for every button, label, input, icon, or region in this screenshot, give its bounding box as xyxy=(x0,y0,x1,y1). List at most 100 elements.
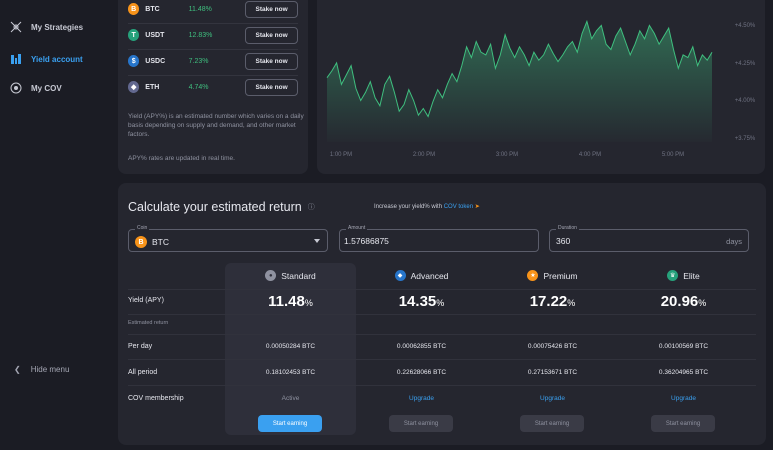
plan-header-advanced: ◆ Advanced xyxy=(356,270,487,281)
coin-apy: 4.74% xyxy=(188,83,209,91)
estimated-return-label: Estimated return xyxy=(128,320,169,326)
advanced-plan-icon: ◆ xyxy=(394,270,406,281)
start-earning-button-standard[interactable]: Start earning xyxy=(258,415,322,432)
premium-plan-icon: ★ xyxy=(527,270,539,281)
cov-token-link[interactable]: COV token xyxy=(444,204,473,210)
bitcoin-icon: B xyxy=(135,236,147,248)
yield-row-label: Yield (APY) xyxy=(128,297,164,304)
divider xyxy=(128,289,756,290)
coin-apy: 12.83% xyxy=(188,31,213,39)
yield-icon xyxy=(10,53,22,65)
info-icon[interactable]: ⓘ xyxy=(308,202,315,212)
all-period-premium: 0.27153671 BTC xyxy=(527,369,578,376)
x-tick-label: 4:00 PM xyxy=(579,152,601,158)
all-period-advanced: 0.22628066 BTC xyxy=(396,369,447,376)
coin-select-value: BTC xyxy=(152,237,169,247)
apy-value: 20.96 xyxy=(660,293,699,310)
plan-header-elite: ♛ Elite xyxy=(618,270,749,281)
all-period-elite: 0.36204965 BTC xyxy=(658,369,709,376)
rocket-icon: ➤ xyxy=(474,204,480,210)
promo-label: Increase your yield% with xyxy=(374,204,444,210)
return-calculator: Calculate your estimated return ⓘ Increa… xyxy=(118,183,766,445)
x-tick-label: 3:00 PM xyxy=(496,152,518,158)
apy-value: 17.22 xyxy=(529,293,568,310)
duration-label: Duration xyxy=(556,225,579,231)
apy-update-note: APY% rates are updated in real time. xyxy=(128,155,235,162)
chevron-left-icon: ❮ xyxy=(14,365,21,374)
all-period-label: All period xyxy=(128,369,158,376)
coin-symbol: BTC xyxy=(145,5,160,13)
coin-row: T USDT 12.83% Stake now xyxy=(128,26,298,44)
coins-panel: B BTC 11.48% Stake now T USDT 12.83% Sta… xyxy=(118,0,308,174)
start-earning-button-premium[interactable]: Start earning xyxy=(520,415,584,432)
amount-field[interactable]: Amount 1.57686875 xyxy=(339,225,539,252)
stake-now-button[interactable]: Stake now xyxy=(245,0,298,18)
standard-plan-icon: ● xyxy=(265,270,277,281)
cov-icon xyxy=(10,82,22,94)
per-day-advanced: 0.00062855 BTC xyxy=(396,343,447,350)
sidebar-item-label: Yield account xyxy=(31,54,83,64)
apy-advanced: 14.35% xyxy=(356,293,487,310)
divider xyxy=(128,385,756,386)
amount-value: 1.57686875 xyxy=(344,236,389,246)
sidebar-item-label: My Strategies xyxy=(31,22,84,32)
strategies-icon xyxy=(10,21,22,33)
yield-chart: +4.50% +4.25% +4.00% +3.75% 1:00 PM 2:00 PM 3:… xyxy=(326,19,756,158)
upgrade-link-elite[interactable]: Upgrade xyxy=(618,395,749,402)
upgrade-link-advanced[interactable]: Upgrade xyxy=(356,395,487,402)
divider xyxy=(128,314,756,315)
amount-label: Amount xyxy=(346,225,368,231)
duration-unit: days xyxy=(726,237,742,246)
coin-symbol: USDT xyxy=(145,31,165,39)
tether-icon: T xyxy=(128,29,140,41)
usdc-icon: $ xyxy=(128,55,140,67)
apy-value: 11.48 xyxy=(268,293,305,310)
stake-now-button[interactable]: Stake now xyxy=(245,26,298,44)
calculator-title: Calculate your estimated return xyxy=(128,200,302,214)
start-earning-button-elite[interactable]: Start earning xyxy=(651,415,715,432)
x-tick-label: 1:00 PM xyxy=(330,152,352,158)
start-earning-button-advanced[interactable]: Start earning xyxy=(389,415,453,432)
plan-header-premium: ★ Premium xyxy=(487,270,618,281)
apy-standard: 11.48% xyxy=(225,293,356,310)
sidebar: My Strategies Yield account My COV ❮ Hid… xyxy=(0,0,112,450)
stake-now-button[interactable]: Stake now xyxy=(245,52,298,70)
stake-now-button[interactable]: Stake now xyxy=(245,78,298,96)
duration-value: 360 xyxy=(556,236,571,246)
divider xyxy=(128,23,298,24)
sidebar-item-label: My COV xyxy=(31,83,62,93)
plan-name: Standard xyxy=(281,270,316,281)
sidebar-item-yield-account[interactable]: Yield account xyxy=(10,53,83,65)
promo-text: Increase your yield% with COV token ➤ xyxy=(374,203,480,210)
sidebar-item-my-strategies[interactable]: My Strategies xyxy=(10,21,83,33)
hide-menu-label: Hide menu xyxy=(30,365,70,374)
upgrade-link-premium[interactable]: Upgrade xyxy=(487,395,618,402)
apy-unit: % xyxy=(436,298,445,308)
x-tick-label: 2:00 PM xyxy=(413,152,435,158)
apy-unit: % xyxy=(567,298,576,308)
coin-row: $ USDC 7.23% Stake now xyxy=(128,52,298,70)
per-day-standard: 0.00050284 BTC xyxy=(265,343,316,350)
apy-premium: 17.22% xyxy=(487,293,618,310)
bitcoin-icon: B xyxy=(128,3,140,15)
apy-unit: % xyxy=(698,298,707,308)
coin-select[interactable]: Coin B BTC xyxy=(128,225,328,252)
elite-plan-icon: ♛ xyxy=(667,270,679,281)
coin-symbol: USDC xyxy=(145,57,166,65)
calculator-title-wrap: Calculate your estimated return ⓘ xyxy=(128,200,315,214)
duration-field[interactable]: Duration 360 days xyxy=(549,225,749,252)
coin-row: ◆ ETH 4.74% Stake now xyxy=(128,78,298,96)
membership-label: COV membership xyxy=(128,395,184,402)
per-day-premium: 0.00075426 BTC xyxy=(527,343,578,350)
all-period-standard: 0.18102453 BTC xyxy=(265,369,316,376)
x-tick-label: 5:00 PM xyxy=(662,152,684,158)
apy-unit: % xyxy=(304,298,313,308)
per-day-elite: 0.00100569 BTC xyxy=(658,343,709,350)
plan-name: Advanced xyxy=(410,270,449,281)
chart-area xyxy=(327,21,712,142)
hide-menu-button[interactable]: ❮ Hide menu xyxy=(14,365,69,374)
plan-header-standard: ● Standard xyxy=(225,270,356,281)
y-tick-label: +3.75% xyxy=(735,136,756,142)
sidebar-item-my-cov[interactable]: My COV xyxy=(10,82,62,94)
plan-name: Elite xyxy=(683,270,700,281)
